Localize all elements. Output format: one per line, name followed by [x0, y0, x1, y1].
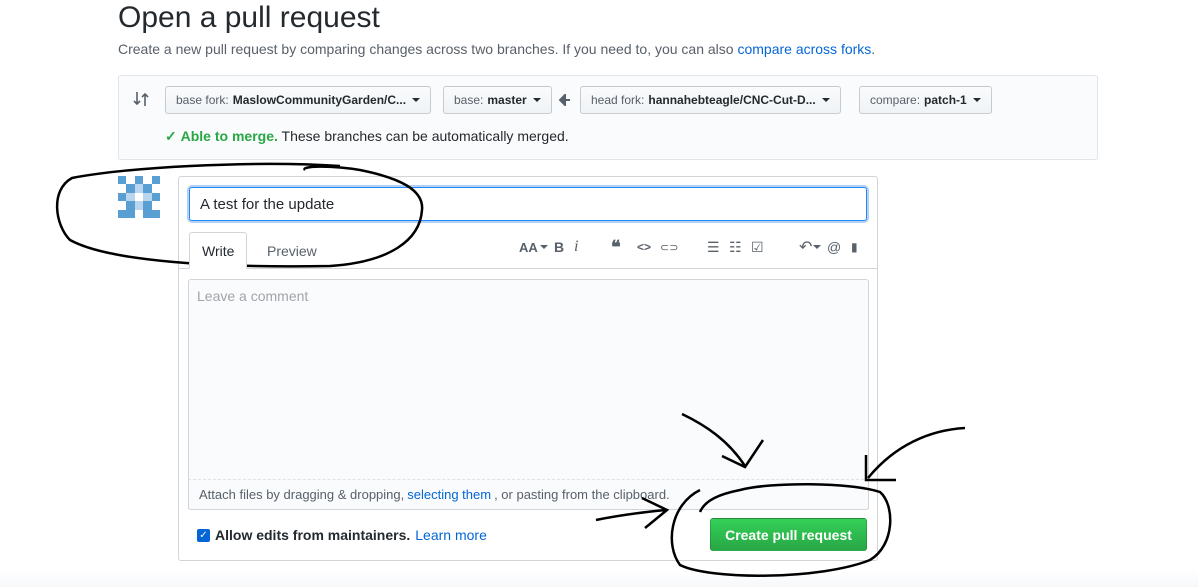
ordered-list-icon[interactable]: ☷	[729, 237, 742, 257]
page-title: Open a pull request	[118, 1, 380, 34]
attach-files-bar[interactable]: Attach files by dragging & dropping, sel…	[188, 479, 869, 510]
chevron-down-icon	[821, 98, 830, 102]
base-fork-value: MaslowCommunityGarden/C...	[232, 93, 407, 107]
base-value: master	[487, 93, 527, 107]
allow-edits-checkbox[interactable]: ✓	[197, 528, 210, 542]
quote-icon[interactable]: ❝	[611, 237, 621, 257]
merge-status: ✓ Able to merge. These branches can be a…	[165, 128, 569, 145]
italic-icon[interactable]: i	[574, 237, 578, 257]
branch-range-editor: base fork: MaslowCommunityGarden/C... bas…	[118, 75, 1098, 160]
bookmark-icon[interactable]: ▮	[851, 237, 858, 257]
head-fork-select[interactable]: head fork: hannahebteagle/CNC-Cut-D...	[580, 86, 841, 114]
pull-request-composer: Write Preview AA B i ❝ <> ⊂⊃ ☰ ☷ ☑ ↶ @ ▮…	[178, 176, 878, 561]
compare-label: compare:	[870, 93, 921, 107]
page-footer-fade	[0, 570, 1198, 587]
comment-area	[188, 279, 869, 509]
base-branch-select[interactable]: base: master	[443, 86, 552, 114]
attach-text-end: , or pasting from the clipboard.	[494, 487, 670, 502]
compare-arrows-icon	[133, 90, 149, 113]
chevron-down-icon	[972, 98, 981, 102]
task-list-icon[interactable]: ☑	[751, 237, 764, 257]
base-fork-label: base fork:	[176, 93, 229, 107]
select-files-link[interactable]: selecting them	[407, 487, 491, 502]
attach-text: Attach files by dragging & dropping,	[199, 487, 405, 502]
tab-write[interactable]: Write	[189, 232, 248, 269]
compare-across-forks-link[interactable]: compare across forks	[737, 41, 871, 57]
check-icon: ✓	[165, 128, 177, 144]
link-icon[interactable]: ⊂⊃	[660, 237, 678, 257]
compare-value: patch-1	[924, 93, 967, 107]
learn-more-link[interactable]: Learn more	[415, 527, 487, 543]
tab-preview[interactable]: Preview	[255, 232, 329, 269]
arrow-annotation-right	[864, 426, 966, 482]
allow-edits-row: ✓ Allow edits from maintainers. Learn mo…	[197, 527, 487, 543]
head-fork-label: head fork:	[591, 93, 645, 107]
comment-textarea[interactable]	[189, 280, 868, 508]
allow-edits-label: Allow edits from maintainers.	[215, 527, 411, 543]
merge-text: These branches can be automatically merg…	[281, 128, 569, 144]
avatar	[118, 176, 160, 218]
head-fork-value: hannahebteagle/CNC-Cut-D...	[648, 93, 816, 107]
reply-icon[interactable]: ↶	[799, 237, 822, 257]
text-size-icon[interactable]: AA	[519, 237, 548, 257]
unordered-list-icon[interactable]: ☰	[707, 237, 720, 257]
base-label: base:	[454, 93, 484, 107]
base-fork-select[interactable]: base fork: MaslowCommunityGarden/C...	[165, 86, 432, 114]
bold-icon[interactable]: B	[554, 237, 564, 257]
merge-ok-label: Able to merge.	[180, 128, 278, 144]
chevron-down-icon	[412, 98, 421, 102]
page-subtitle: Create a new pull request by comparing c…	[118, 41, 875, 57]
mention-icon[interactable]: @	[827, 237, 841, 257]
title-input[interactable]	[189, 187, 867, 221]
arrow-left-icon	[558, 92, 571, 111]
subtitle-end: .	[871, 41, 876, 57]
create-pull-request-button[interactable]: Create pull request	[710, 518, 867, 551]
code-icon[interactable]: <>	[637, 237, 651, 257]
chevron-down-icon	[532, 98, 541, 102]
compare-branch-select[interactable]: compare: patch-1	[859, 86, 992, 114]
subtitle-text: Create a new pull request by comparing c…	[118, 41, 734, 57]
